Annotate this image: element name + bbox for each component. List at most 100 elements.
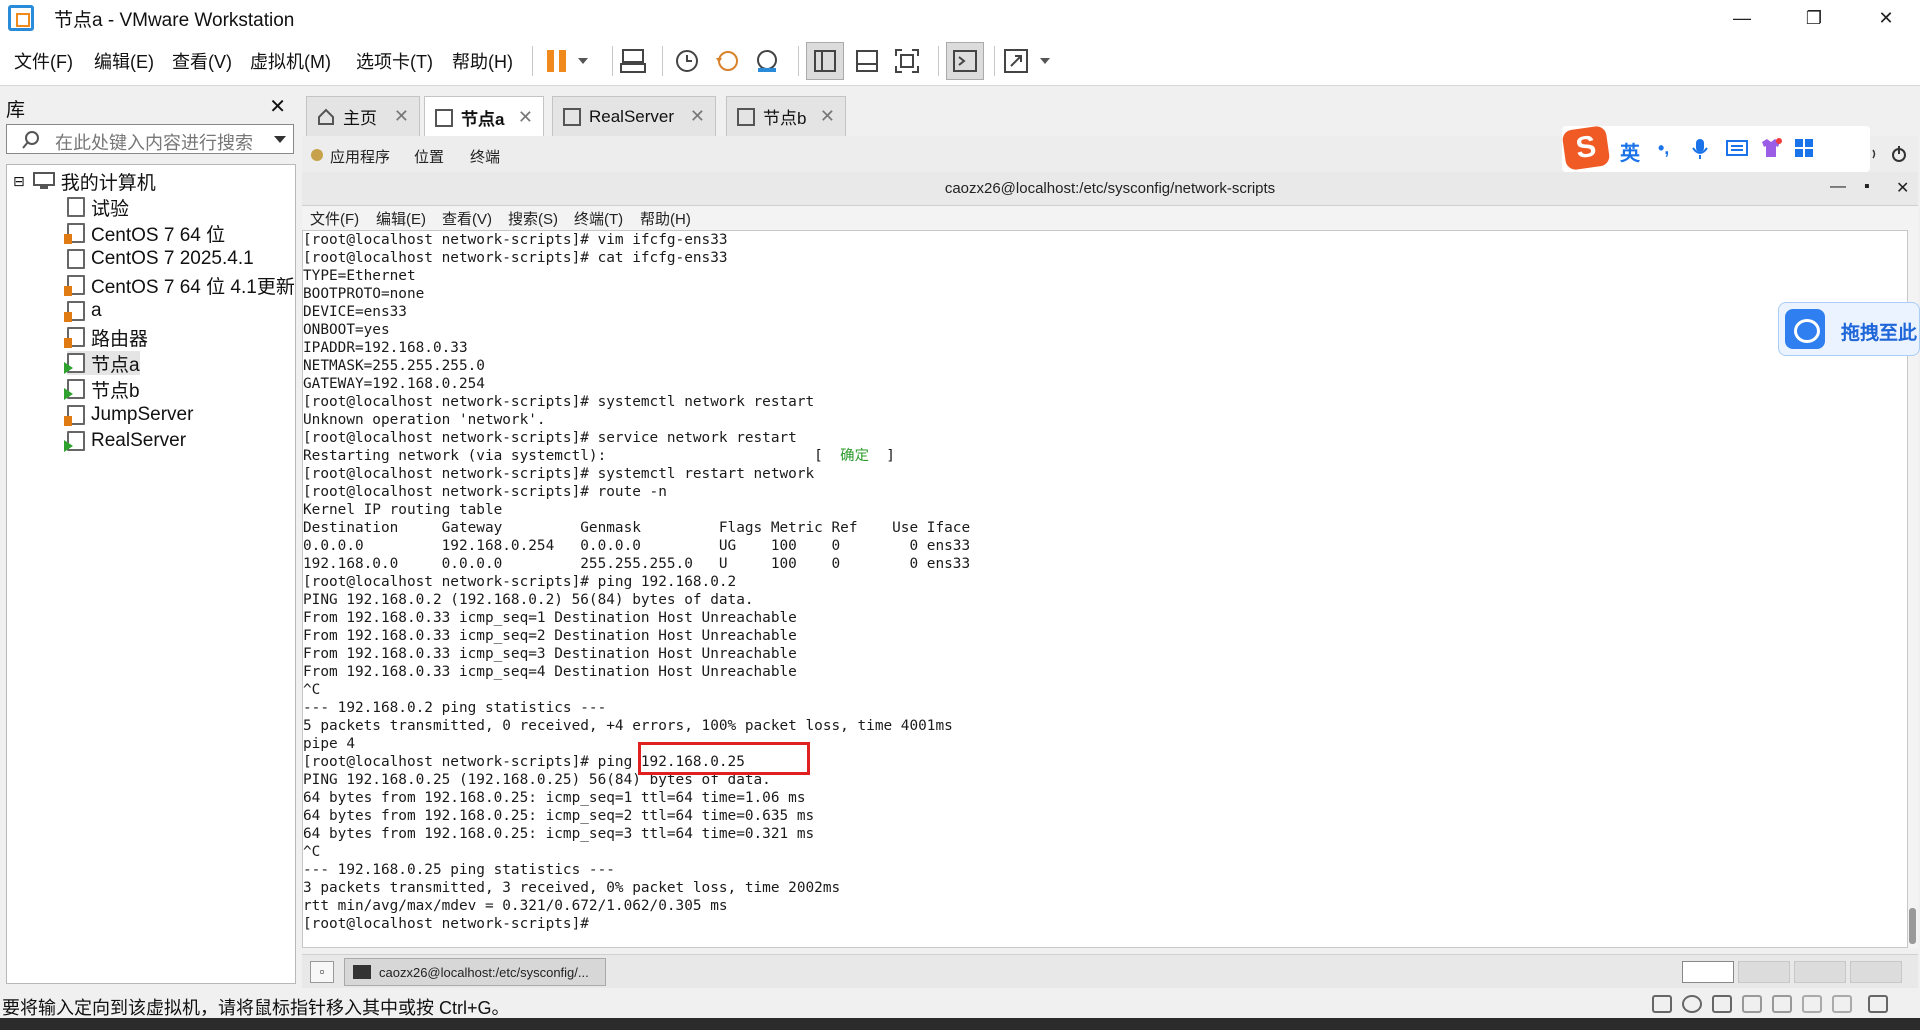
power-icon[interactable] <box>1890 145 1908 163</box>
show-library-button[interactable] <box>806 42 844 80</box>
menu-help[interactable]: 帮助(H) <box>452 48 513 74</box>
keyboard-icon[interactable] <box>1726 140 1748 156</box>
chevron-down-icon[interactable] <box>273 135 287 144</box>
taskbar-terminal-task[interactable]: caozx26@localhost:/etc/sysconfig/... <box>344 958 606 986</box>
terminal-line-text: 0.0.0.0 192.168.0.254 0.0.0.0 UG 100 0 0… <box>303 538 971 554</box>
full-screen-button[interactable] <box>888 42 926 80</box>
snapshot-manager-button[interactable] <box>748 42 786 80</box>
minimize-button[interactable]: — <box>1712 0 1772 36</box>
tab-close-button[interactable]: ✕ <box>690 106 705 127</box>
vm-icon <box>67 197 85 217</box>
cloud-drive-icon <box>1785 309 1825 349</box>
revert-snapshot-button[interactable] <box>708 42 746 80</box>
library-close-button[interactable]: ✕ <box>269 94 286 119</box>
tree-item-router[interactable]: 路由器 <box>64 325 148 350</box>
menu-places[interactable]: 位置 <box>414 146 444 167</box>
tree-item-centos7-updated[interactable]: CentOS 7 64 位 4.1更新 <box>64 273 295 298</box>
bluetooth-icon[interactable] <box>1802 995 1822 1013</box>
tree-item-jumpserver[interactable]: JumpServer <box>64 403 193 427</box>
stretch-dropdown-button[interactable] <box>1030 42 1060 80</box>
vm-tab-icon <box>737 107 755 126</box>
restore-button[interactable]: ❐ <box>1784 0 1844 36</box>
menu-vm[interactable]: 虚拟机(M) <box>250 48 331 74</box>
hard-disk-icon[interactable] <box>1652 995 1672 1013</box>
chevron-down-icon <box>1040 58 1050 64</box>
terminal-menu-search[interactable]: 搜索(S) <box>508 208 558 229</box>
workspace-3[interactable] <box>1794 961 1846 983</box>
cd-drive-icon[interactable] <box>1682 995 1702 1013</box>
terminal-line: 0.0.0.0 192.168.0.254 0.0.0.0 UG 100 0 0… <box>303 537 970 555</box>
tab-close-button[interactable]: ✕ <box>518 107 533 128</box>
terminal-line-text: 64 bytes from 192.168.0.25: icmp_seq=3 t… <box>303 826 815 842</box>
collapse-icon[interactable]: ⊟ <box>13 173 25 190</box>
terminal-menu-edit[interactable]: 编辑(E) <box>376 208 426 229</box>
terminal-menu-help[interactable]: 帮助(H) <box>640 208 691 229</box>
tab-node-b[interactable]: 节点b ✕ <box>726 96 846 136</box>
menu-file[interactable]: 文件(F) <box>14 48 73 74</box>
ok-status-bracket: ] <box>886 448 895 464</box>
tab-home[interactable]: 主页 ✕ <box>306 96 420 136</box>
send-ctrl-alt-del-button[interactable] <box>614 42 652 80</box>
tree-item-shiyan[interactable]: 试验 <box>67 195 129 220</box>
vm-icon <box>64 405 85 426</box>
tree-item-a[interactable]: a <box>64 299 102 323</box>
tab-close-button[interactable]: ✕ <box>394 106 409 127</box>
menu-terminal-app[interactable]: 终端 <box>470 146 500 167</box>
terminal-line-text: [root@localhost network-scripts]# vim if… <box>303 232 728 248</box>
sogou-logo-icon[interactable]: S <box>1561 125 1611 171</box>
menu-edit[interactable]: 编辑(E) <box>94 48 154 74</box>
tab-node-a[interactable]: 节点a ✕ <box>424 96 544 138</box>
tab-realserver[interactable]: RealServer ✕ <box>552 96 716 136</box>
usb-icon[interactable] <box>1742 995 1762 1013</box>
terminal-line-text: Destination Gateway Genmask Flags Metric… <box>303 520 971 536</box>
tree-item-realserver[interactable]: RealServer <box>64 429 186 453</box>
close-window-button[interactable]: ✕ <box>1856 0 1916 36</box>
thumbnail-bar-button[interactable] <box>848 42 886 80</box>
terminal-maximize-button[interactable]: ▪ <box>1864 178 1870 196</box>
terminal-minimize-button[interactable]: — <box>1830 178 1846 196</box>
terminal-menu-view[interactable]: 查看(V) <box>442 208 492 229</box>
display-icon[interactable] <box>1832 995 1852 1013</box>
menu-applications[interactable]: 应用程序 <box>330 146 390 167</box>
menu-view[interactable]: 查看(V) <box>172 48 232 74</box>
toolbox-grid-icon[interactable] <box>1794 138 1814 158</box>
terminal-menu-terminal[interactable]: 终端(T) <box>574 208 623 229</box>
terminal-line-text: [root@localhost network-scripts]# system… <box>303 394 815 410</box>
terminal-line: [root@localhost network-scripts]# ping 1… <box>303 573 970 591</box>
message-log-icon[interactable] <box>1868 995 1888 1013</box>
terminal-line: Kernel IP routing table <box>303 501 970 519</box>
tree-item-node-a[interactable]: 节点a <box>64 351 140 376</box>
tree-item-centos7-2025[interactable]: CentOS 7 2025.4.1 <box>67 247 254 271</box>
console-view-button[interactable] <box>946 42 984 80</box>
terminal-output[interactable]: [root@localhost network-scripts]# vim if… <box>302 230 1908 948</box>
tree-item-node-b[interactable]: 节点b <box>64 377 140 402</box>
snapshot-button[interactable] <box>668 42 706 80</box>
terminal-line-text: [root@localhost network-scripts]# route … <box>303 484 667 500</box>
ime-punctuation-toggle[interactable]: •, <box>1658 138 1669 159</box>
terminal-line-text: --- 192.168.0.25 ping statistics --- <box>303 862 615 878</box>
sound-card-icon[interactable] <box>1772 995 1792 1013</box>
ime-language-toggle[interactable]: 英 <box>1620 137 1640 166</box>
terminal-close-button[interactable]: ✕ <box>1896 178 1909 198</box>
drag-upload-popup[interactable]: 拖拽至此 <box>1778 302 1920 356</box>
workspace-4[interactable] <box>1850 961 1902 983</box>
window-title: 节点a - VMware Workstation <box>54 9 295 31</box>
terminal-menu-file[interactable]: 文件(F) <box>310 208 359 229</box>
menu-bar: 文件(F) 编辑(E) 查看(V) 虚拟机(M) 选项卡(T) 帮助(H) <box>0 36 1920 86</box>
power-dropdown-button[interactable] <box>566 42 600 80</box>
skin-shirt-icon[interactable] <box>1760 138 1782 158</box>
terminal-line-text: 192.168.0.0 0.0.0.0 255.255.255.0 U 100 … <box>303 556 971 572</box>
workspace-2[interactable] <box>1738 961 1790 983</box>
network-adapter-icon[interactable] <box>1712 995 1732 1013</box>
terminal-line-text: IPADDR=192.168.0.33 <box>303 340 468 356</box>
microphone-icon[interactable] <box>1692 138 1708 160</box>
scrollbar-thumb[interactable] <box>1909 908 1916 944</box>
tree-item-centos7-64[interactable]: CentOS 7 64 位 <box>64 221 225 246</box>
menu-tabs[interactable]: 选项卡(T) <box>356 48 433 74</box>
library-search-input[interactable]: 在此处键入内容进行搜索 <box>6 124 294 154</box>
tree-root-my-computer[interactable]: ⊟ 我的计算机 <box>13 169 156 194</box>
tab-close-button[interactable]: ✕ <box>820 106 835 127</box>
show-desktop-button[interactable]: ▫ <box>310 961 334 983</box>
terminal-line-text: [root@localhost network-scripts]# system… <box>303 466 815 482</box>
workspace-1[interactable] <box>1682 961 1734 983</box>
